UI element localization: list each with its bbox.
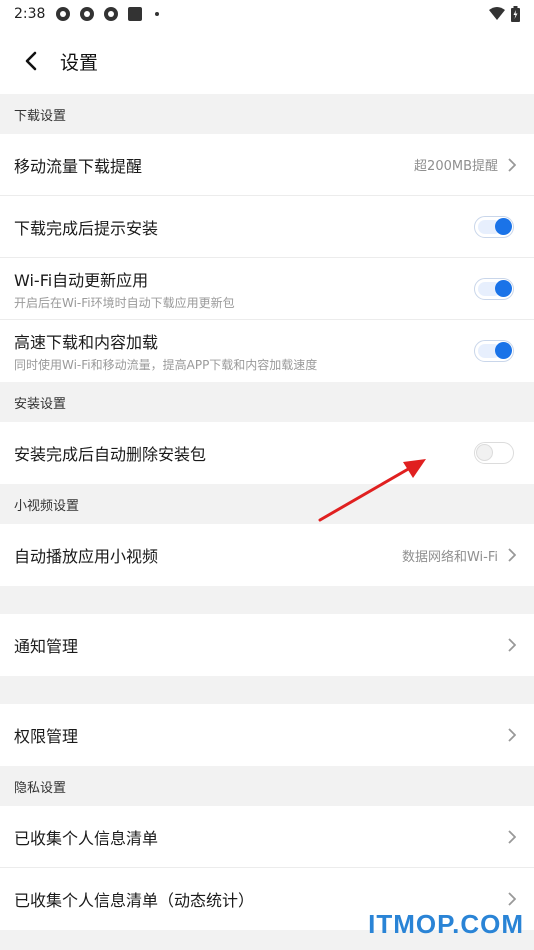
- notification-management-row[interactable]: 通知管理: [0, 614, 534, 676]
- square-icon: [128, 7, 143, 21]
- watermark: ITMOP.COM: [368, 909, 524, 939]
- chevron-right-icon: [506, 891, 518, 907]
- row-subtitle: 同时使用Wi-Fi和移动流量，提高APP下载和内容加载速度: [14, 358, 318, 372]
- row-subtitle: 开启后在Wi-Fi环境时自动下载应用更新包: [14, 295, 235, 310]
- row-label: 安装完成后自动删除安装包: [14, 445, 207, 464]
- app-icon: [104, 7, 119, 21]
- permission-management-row[interactable]: 权限管理: [0, 704, 534, 766]
- chevron-right-icon: [506, 829, 518, 845]
- toggle-knob: [476, 444, 493, 461]
- back-arrow-icon[interactable]: [18, 48, 44, 74]
- row-value: 数据网络和Wi-Fi: [401, 549, 498, 565]
- chevron-right-icon: [506, 547, 518, 563]
- section-header-install: 安装设置: [14, 396, 67, 412]
- title-bar: 设置: [0, 28, 534, 94]
- row-label: 自动播放应用小视频: [14, 547, 159, 566]
- row-value: 超200MB提醒: [414, 159, 498, 174]
- toggle-knob: [495, 217, 512, 235]
- auto-delete-package-toggle[interactable]: [474, 442, 514, 464]
- dot-icon: [155, 12, 160, 16]
- prompt-install-toggle[interactable]: [474, 215, 514, 238]
- section-header-download: 下载设置: [14, 108, 67, 124]
- status-time: 2:38: [14, 6, 46, 22]
- wifi-icon: [489, 7, 505, 20]
- app-icon: [80, 7, 95, 21]
- row-label: 移动流量下载提醒: [14, 156, 143, 176]
- row-label: 下载完成后提示安装: [14, 218, 159, 238]
- row-label: 已收集个人信息清单: [14, 828, 159, 848]
- chevron-right-icon: [506, 157, 518, 173]
- app-icon: [56, 7, 71, 21]
- section-header-privacy: 隐私设置: [14, 780, 67, 796]
- page-title: 设置: [60, 51, 99, 74]
- row-label: 已收集个人信息清单（动态统计）: [14, 891, 255, 910]
- wifi-auto-update-toggle[interactable]: [474, 277, 514, 300]
- toggle-knob: [495, 279, 512, 297]
- mobile-data-reminder-row[interactable]: 移动流量下载提醒 超200MB提醒: [0, 134, 534, 196]
- autoplay-video-row[interactable]: 自动播放应用小视频 数据网络和Wi-Fi: [0, 524, 534, 586]
- toggle-knob: [495, 342, 512, 359]
- battery-icon: [511, 6, 520, 22]
- row-label: Wi-Fi自动更新应用: [14, 270, 149, 290]
- row-label: 通知管理: [14, 637, 79, 656]
- row-label: 权限管理: [14, 727, 79, 746]
- chevron-right-icon: [506, 637, 518, 653]
- status-bar: 2:38: [0, 0, 534, 28]
- section-header-video: 小视频设置: [14, 498, 80, 514]
- auto-delete-package-row: 安装完成后自动删除安装包: [0, 422, 534, 484]
- chevron-right-icon: [506, 727, 518, 743]
- high-speed-download-row: 高速下载和内容加载 同时使用Wi-Fi和移动流量，提高APP下载和内容加载速度: [0, 320, 534, 382]
- wifi-auto-update-row: Wi-Fi自动更新应用 开启后在Wi-Fi环境时自动下载应用更新包: [0, 258, 534, 320]
- high-speed-download-toggle[interactable]: [474, 340, 514, 362]
- row-label: 高速下载和内容加载: [14, 333, 159, 352]
- prompt-install-row: 下载完成后提示安装: [0, 196, 534, 258]
- collected-info-row[interactable]: 已收集个人信息清单: [0, 806, 534, 868]
